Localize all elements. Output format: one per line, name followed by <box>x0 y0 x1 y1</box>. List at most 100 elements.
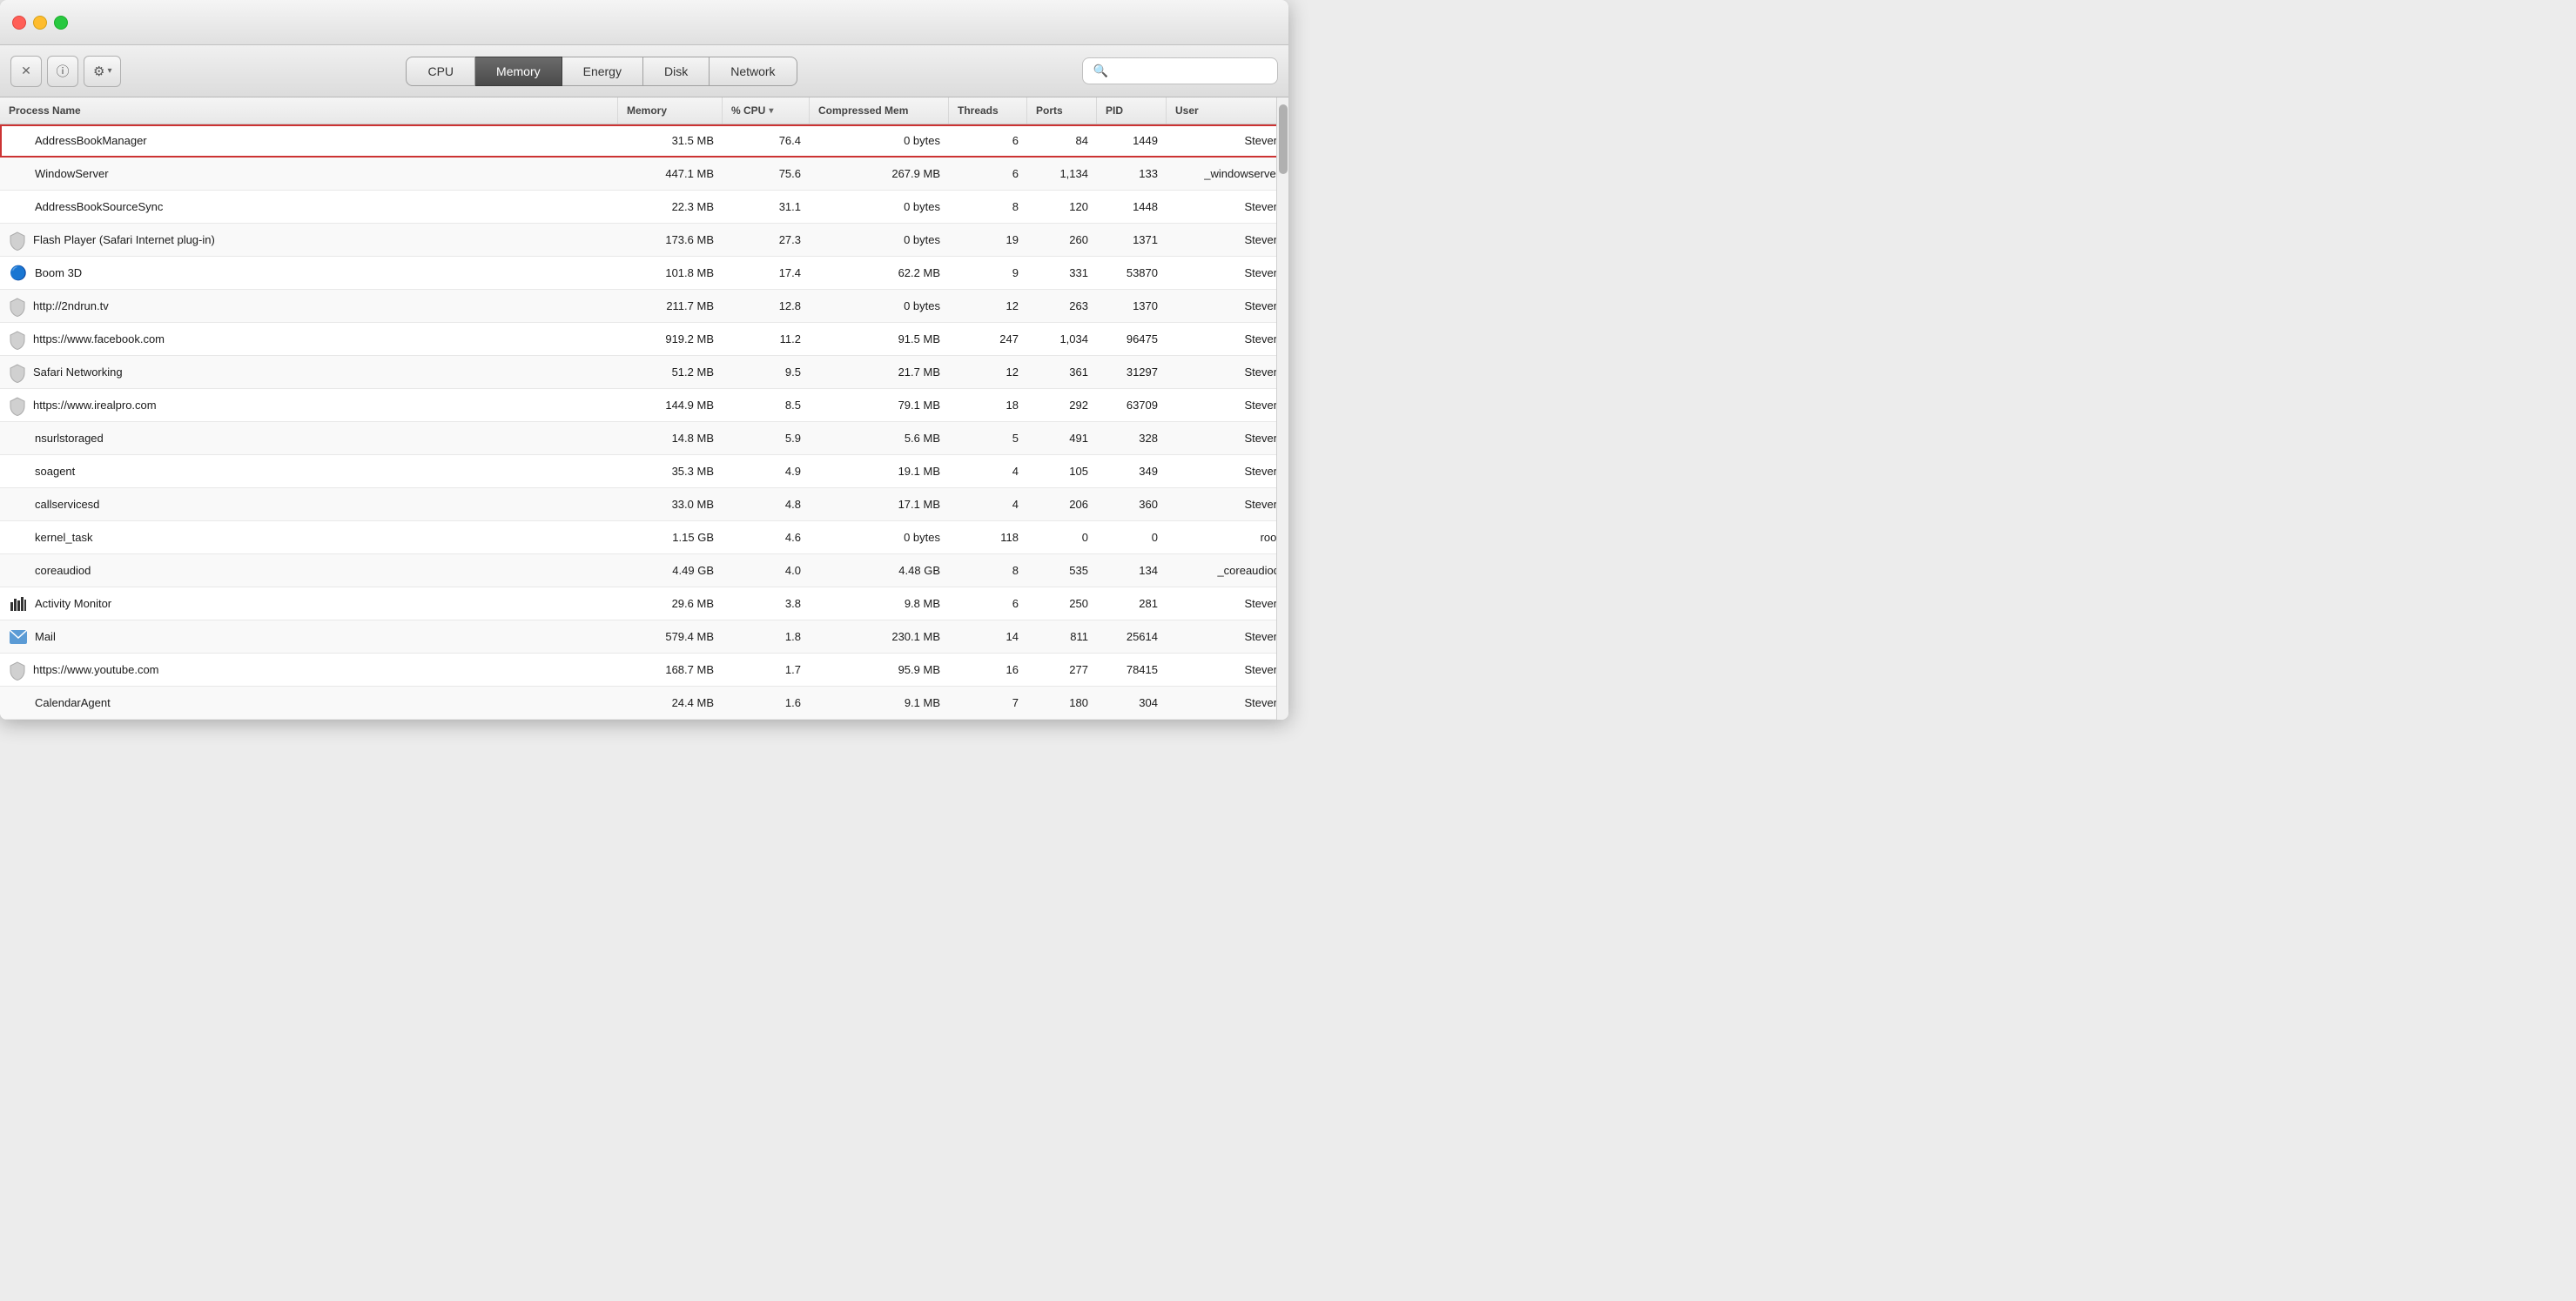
memory-cell: 24.4 MB <box>618 691 723 714</box>
table-row[interactable]: Safari Networking51.2 MB9.521.7 MB123613… <box>0 356 1288 389</box>
scrollbar[interactable] <box>1276 97 1288 720</box>
threads-cell: 9 <box>949 261 1027 285</box>
column-header-ports[interactable]: Ports <box>1027 97 1097 124</box>
compressed-cell: 4.48 GB <box>810 559 949 582</box>
search-input[interactable] <box>1113 64 1267 77</box>
tab-network[interactable]: Network <box>710 57 797 86</box>
threads-cell: 18 <box>949 393 1027 417</box>
table-row[interactable]: CalendarAgent24.4 MB1.69.1 MB7180304Stev… <box>0 687 1288 720</box>
close-button[interactable] <box>12 16 26 30</box>
process-name-cell: CalendarAgent <box>0 691 618 714</box>
compressed-cell: 17.1 MB <box>810 493 949 516</box>
column-header-pid[interactable]: PID <box>1097 97 1167 124</box>
process-name-label: nsurlstoraged <box>35 432 104 445</box>
pid-cell: 304 <box>1097 691 1167 714</box>
user-cell: Steven <box>1167 261 1288 285</box>
column-header-memory[interactable]: Memory <box>618 97 723 124</box>
ports-cell: 491 <box>1027 426 1097 450</box>
table-row[interactable]: Mail579.4 MB1.8230.1 MB1481125614Steven <box>0 620 1288 654</box>
search-box[interactable]: 🔍 <box>1082 57 1278 84</box>
table-row[interactable]: 🔵Boom 3D101.8 MB17.462.2 MB933153870Stev… <box>0 257 1288 290</box>
process-name-label: AddressBookManager <box>35 134 147 147</box>
memory-cell: 211.7 MB <box>618 294 723 318</box>
user-cell: Steven <box>1167 129 1288 152</box>
tab-energy[interactable]: Energy <box>562 57 643 86</box>
table-row[interactable]: https://www.youtube.com168.7 MB1.795.9 M… <box>0 654 1288 687</box>
compressed-cell: 0 bytes <box>810 129 949 152</box>
minimize-button[interactable] <box>33 16 47 30</box>
memory-cell: 447.1 MB <box>618 162 723 185</box>
ports-cell: 250 <box>1027 592 1097 615</box>
ports-cell: 263 <box>1027 294 1097 318</box>
scrollbar-thumb[interactable] <box>1279 104 1288 174</box>
cpu-cell: 76.4 <box>723 129 810 152</box>
ports-cell: 0 <box>1027 526 1097 549</box>
threads-cell: 16 <box>949 658 1027 681</box>
threads-cell: 19 <box>949 228 1027 251</box>
process-name-label: http://2ndrun.tv <box>33 299 109 312</box>
process-name-label: https://www.irealpro.com <box>33 399 157 412</box>
table-row[interactable]: AddressBookSourceSync22.3 MB31.10 bytes8… <box>0 191 1288 224</box>
table-row[interactable]: https://www.irealpro.com144.9 MB8.579.1 … <box>0 389 1288 422</box>
cpu-cell: 31.1 <box>723 195 810 218</box>
table-row[interactable]: Activity Monitor29.6 MB3.89.8 MB6250281S… <box>0 587 1288 620</box>
table-row[interactable]: Flash Player (Safari Internet plug-in)17… <box>0 224 1288 257</box>
pid-cell: 96475 <box>1097 327 1167 351</box>
table-row[interactable]: AddressBookManager31.5 MB76.40 bytes6841… <box>0 124 1288 158</box>
close-x-button[interactable]: ✕ <box>10 56 42 87</box>
tab-memory[interactable]: Memory <box>475 57 562 86</box>
column-header-user[interactable]: User <box>1167 97 1288 124</box>
shield-icon <box>9 397 26 414</box>
user-cell: _coreaudiod <box>1167 559 1288 582</box>
info-icon: ⓘ <box>56 62 69 80</box>
column-header-cpu[interactable]: % CPU ▾ <box>723 97 810 124</box>
process-name-label: Flash Player (Safari Internet plug-in) <box>33 233 215 246</box>
memory-cell: 35.3 MB <box>618 459 723 483</box>
pid-cell: 1371 <box>1097 228 1167 251</box>
ports-cell: 292 <box>1027 393 1097 417</box>
ports-cell: 1,134 <box>1027 162 1097 185</box>
tab-disk[interactable]: Disk <box>643 57 710 86</box>
cpu-cell: 8.5 <box>723 393 810 417</box>
table-row[interactable]: nsurlstoraged14.8 MB5.95.6 MB5491328Stev… <box>0 422 1288 455</box>
process-name-label: Mail <box>35 630 56 643</box>
process-name-cell: https://www.youtube.com <box>0 656 618 684</box>
column-header-compressed-mem[interactable]: Compressed Mem <box>810 97 949 124</box>
table-row[interactable]: soagent35.3 MB4.919.1 MB4105349Steven <box>0 455 1288 488</box>
gear-button[interactable]: ⚙ ▾ <box>84 56 121 87</box>
tab-cpu[interactable]: CPU <box>406 57 475 86</box>
process-name-label: WindowServer <box>35 167 109 180</box>
column-header-threads[interactable]: Threads <box>949 97 1027 124</box>
memory-cell: 33.0 MB <box>618 493 723 516</box>
memory-cell: 579.4 MB <box>618 625 723 648</box>
info-button[interactable]: ⓘ <box>47 56 78 87</box>
compressed-cell: 0 bytes <box>810 195 949 218</box>
cpu-cell: 4.0 <box>723 559 810 582</box>
pid-cell: 1370 <box>1097 294 1167 318</box>
maximize-button[interactable] <box>54 16 68 30</box>
threads-cell: 4 <box>949 459 1027 483</box>
process-name-label: callservicesd <box>35 498 99 511</box>
memory-cell: 168.7 MB <box>618 658 723 681</box>
table-row[interactable]: http://2ndrun.tv211.7 MB12.80 bytes12263… <box>0 290 1288 323</box>
compressed-cell: 79.1 MB <box>810 393 949 417</box>
process-name-cell: 🔵Boom 3D <box>0 258 618 288</box>
cpu-cell: 12.8 <box>723 294 810 318</box>
table-row[interactable]: coreaudiod4.49 GB4.04.48 GB8535134_corea… <box>0 554 1288 587</box>
table-row[interactable]: WindowServer447.1 MB75.6267.9 MB61,13413… <box>0 158 1288 191</box>
ports-cell: 84 <box>1027 129 1097 152</box>
table-row[interactable]: kernel_task1.15 GB4.60 bytes11800root <box>0 521 1288 554</box>
user-cell: Steven <box>1167 327 1288 351</box>
shield-icon <box>9 364 26 381</box>
table-row[interactable]: callservicesd33.0 MB4.817.1 MB4206360Ste… <box>0 488 1288 521</box>
chevron-down-icon: ▾ <box>107 66 111 76</box>
shield-icon <box>9 661 26 679</box>
pid-cell: 1448 <box>1097 195 1167 218</box>
table-row[interactable]: https://www.facebook.com919.2 MB11.291.5… <box>0 323 1288 356</box>
memory-cell: 29.6 MB <box>618 592 723 615</box>
memory-cell: 22.3 MB <box>618 195 723 218</box>
process-name-cell: Activity Monitor <box>0 589 618 619</box>
pid-cell: 133 <box>1097 162 1167 185</box>
column-header-process-name[interactable]: Process Name <box>0 97 618 124</box>
process-name-cell: AddressBookSourceSync <box>0 195 618 218</box>
